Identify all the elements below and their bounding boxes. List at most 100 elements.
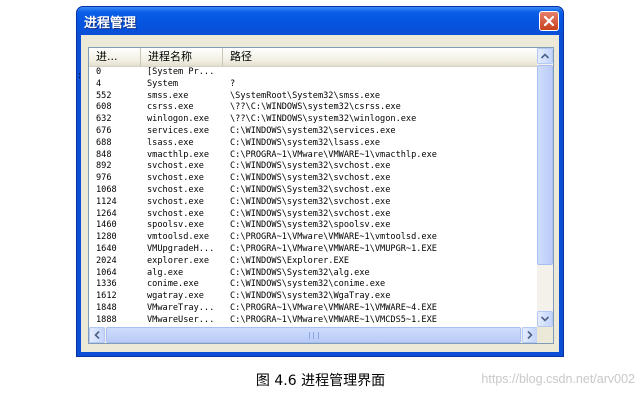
process-name-cell: winlogon.exe [147,114,210,125]
scroll-left-arrow-icon [94,331,100,339]
process-pid-cell: 892 [96,161,112,172]
process-row[interactable]: 892 svchost.exe C:\WINDOWS\system32\svchos… [89,161,538,173]
process-pid-cell: 608 [96,102,112,113]
watermark: https://blog.csdn.net/arv002 [481,372,635,386]
process-name-cell: explorer.exe [147,255,210,266]
process-pid-cell: 1264 [96,208,117,219]
close-icon [543,15,555,27]
process-row[interactable]: 688 lsass.exe C:\WINDOWS\system32\lsass.ex… [89,138,538,150]
column-header-path[interactable]: 路径 [223,48,538,66]
process-row[interactable]: 0 [System Pr... [89,67,538,79]
process-pid-cell: 1064 [96,267,117,278]
vertical-scroll-thumb[interactable] [537,65,553,265]
process-row[interactable]: 1460 spoolsv.exe C:\WINDOWS\system32\spool… [89,220,538,232]
process-path-cell: C:\WINDOWS\System32\svchost.exe [230,184,391,195]
process-name-cell: VMwareTray... [147,302,215,313]
process-name-cell: svchost.exe [147,161,204,172]
process-path-cell: ? [230,78,236,89]
process-rows: 0 [System Pr... 4 System? 552 smss.exe \System… [89,67,538,327]
process-row[interactable]: 1068 svchost.exe C:\WINDOWS\System32\svcho… [89,185,538,197]
process-row[interactable]: 1064 alg.exe C:\WINDOWS\System32\alg.exe [89,268,538,280]
process-name-cell: spoolsv.exe [147,220,204,231]
title-bar[interactable]: 进程管理 [77,7,563,35]
process-path-cell: C:\WINDOWS\system32\svchost.exe [230,173,391,184]
process-name-cell: VMUpgradeH... [147,243,215,254]
process-name-cell: svchost.exe [147,184,204,195]
process-path-cell: \SystemRoot\System32\smss.exe [230,90,381,101]
process-pid-cell: 976 [96,173,112,184]
scrollbar-corner [537,327,553,343]
list-header: 进... 进程名称 路径 [89,48,538,67]
process-row[interactable]: 2024 explorer.exe C:\WINDOWS\Explorer.EXE [89,256,538,268]
process-path-cell: C:\WINDOWS\system32\WgaTray.exe [230,291,391,302]
process-name-cell: [System Pr... [147,67,215,77]
process-row[interactable]: 1640 VMUpgradeH... C:\PROGRA~1\VMware\VMWA… [89,244,538,256]
scroll-left-button[interactable] [89,327,105,343]
horizontal-scrollbar[interactable] [89,327,538,343]
process-pid-cell: 0 [96,67,102,77]
process-name-cell: VMwareUser... [147,314,215,325]
process-row[interactable]: 676 services.exe C:\WINDOWS\system32\servi… [89,126,538,138]
process-name-cell: svchost.exe [147,208,204,219]
process-pid-cell: 4 [96,78,102,89]
process-name-cell: conime.exe [147,279,199,290]
process-list-view[interactable]: 进... 进程名称 路径 0 [System Pr... 4 System? 552 sm… [88,47,554,344]
close-button[interactable] [539,11,559,31]
grip-icon [308,331,319,339]
horizontal-scroll-thumb[interactable] [106,327,521,343]
process-name-cell: lsass.exe [147,137,194,148]
process-path-cell: C:\WINDOWS\System32\alg.exe [230,267,370,278]
process-name-cell: System [147,78,179,89]
process-pid-cell: 1460 [96,220,117,231]
process-path-cell: C:\PROGRA~1\VMware\VMWARE~1\vmacthlp.exe [230,149,437,160]
process-pid-cell: 1124 [96,196,117,207]
scroll-up-button[interactable] [537,48,553,64]
process-name-cell: svchost.exe [147,196,204,207]
process-path-cell: C:\WINDOWS\system32\svchost.exe [230,208,391,219]
process-row[interactable]: 608 csrss.exe \??\C:\WINDOWS\system32\csrs… [89,102,538,114]
stray-mark: : [78,71,82,81]
process-pid-cell: 688 [96,137,112,148]
process-row[interactable]: 1280 vmtoolsd.exe C:\PROGRA~1\VMware\VMWAR… [89,232,538,244]
process-pid-cell: 552 [96,90,112,101]
process-pid-cell: 2024 [96,255,117,266]
process-path-cell: C:\PROGRA~1\VMware\VMWARE~1\vmtoolsd.exe [230,232,437,243]
scroll-right-button[interactable] [522,327,538,343]
process-row[interactable]: 976 svchost.exe C:\WINDOWS\system32\svchos… [89,173,538,185]
scroll-right-arrow-icon [527,331,533,339]
process-row[interactable]: 1336 conime.exe C:\WINDOWS\system32\conime… [89,279,538,291]
process-path-cell: C:\WINDOWS\system32\svchost.exe [230,161,391,172]
process-name-cell: services.exe [147,125,210,136]
scroll-down-button[interactable] [537,311,553,327]
process-path-cell: C:\PROGRA~1\VMware\VMWARE~1\VMCDS5~1.EXE [230,314,437,325]
process-pid-cell: 1280 [96,232,117,243]
process-name-cell: smss.exe [147,90,189,101]
vertical-scrollbar[interactable] [537,48,553,327]
process-path-cell: C:\PROGRA~1\VMware\VMWARE~1\VMUPGR~1.EXE [230,243,437,254]
column-header-pid[interactable]: 进... [89,48,141,66]
process-row[interactable]: 1124 svchost.exe C:\WINDOWS\system32\svcho… [89,197,538,209]
process-path-cell: \??\C:\WINDOWS\system32\winlogon.exe [230,114,417,125]
column-header-process-name[interactable]: 进程名称 [141,48,223,66]
process-row[interactable]: 1264 svchost.exe C:\WINDOWS\system32\svcho… [89,209,538,221]
process-path-cell: C:\PROGRA~1\VMware\VMWARE~1\VMWARE~4.EXE [230,302,437,313]
process-row[interactable]: 1612 wgatray.exe C:\WINDOWS\system32\WgaTr… [89,291,538,303]
process-path-cell: C:\WINDOWS\system32\spoolsv.exe [230,220,391,231]
dialog-client-area: : 进... 进程名称 路径 0 [System Pr... 4 System? 552… [78,35,559,352]
process-manager-window: 进程管理 : 进... 进程名称 路径 0 [System Pr... 4 Syste… [76,6,564,357]
process-path-cell: C:\WINDOWS\system32\lsass.exe [230,137,381,148]
process-pid-cell: 848 [96,149,112,160]
process-row[interactable]: 1848 VMwareTray... C:\PROGRA~1\VMware\VMWA… [89,303,538,315]
process-pid-cell: 1336 [96,279,117,290]
process-path-cell: C:\WINDOWS\system32\services.exe [230,125,396,136]
process-row[interactable]: 552 smss.exe \SystemRoot\System32\smss.exe [89,91,538,103]
scroll-down-arrow-icon [541,316,549,322]
process-pid-cell: 1888 [96,314,117,325]
process-row[interactable]: 632 winlogon.exe \??\C:\WINDOWS\system32\w… [89,114,538,126]
window-title: 进程管理 [84,16,137,31]
process-row[interactable]: 848 vmacthlp.exe C:\PROGRA~1\VMware\VMWARE… [89,150,538,162]
process-row[interactable]: 4 System? [89,79,538,91]
process-row[interactable]: 1888 VMwareUser... C:\PROGRA~1\VMware\VMWA… [89,315,538,327]
process-name-cell: alg.exe [147,267,184,278]
scroll-up-arrow-icon [541,53,549,59]
